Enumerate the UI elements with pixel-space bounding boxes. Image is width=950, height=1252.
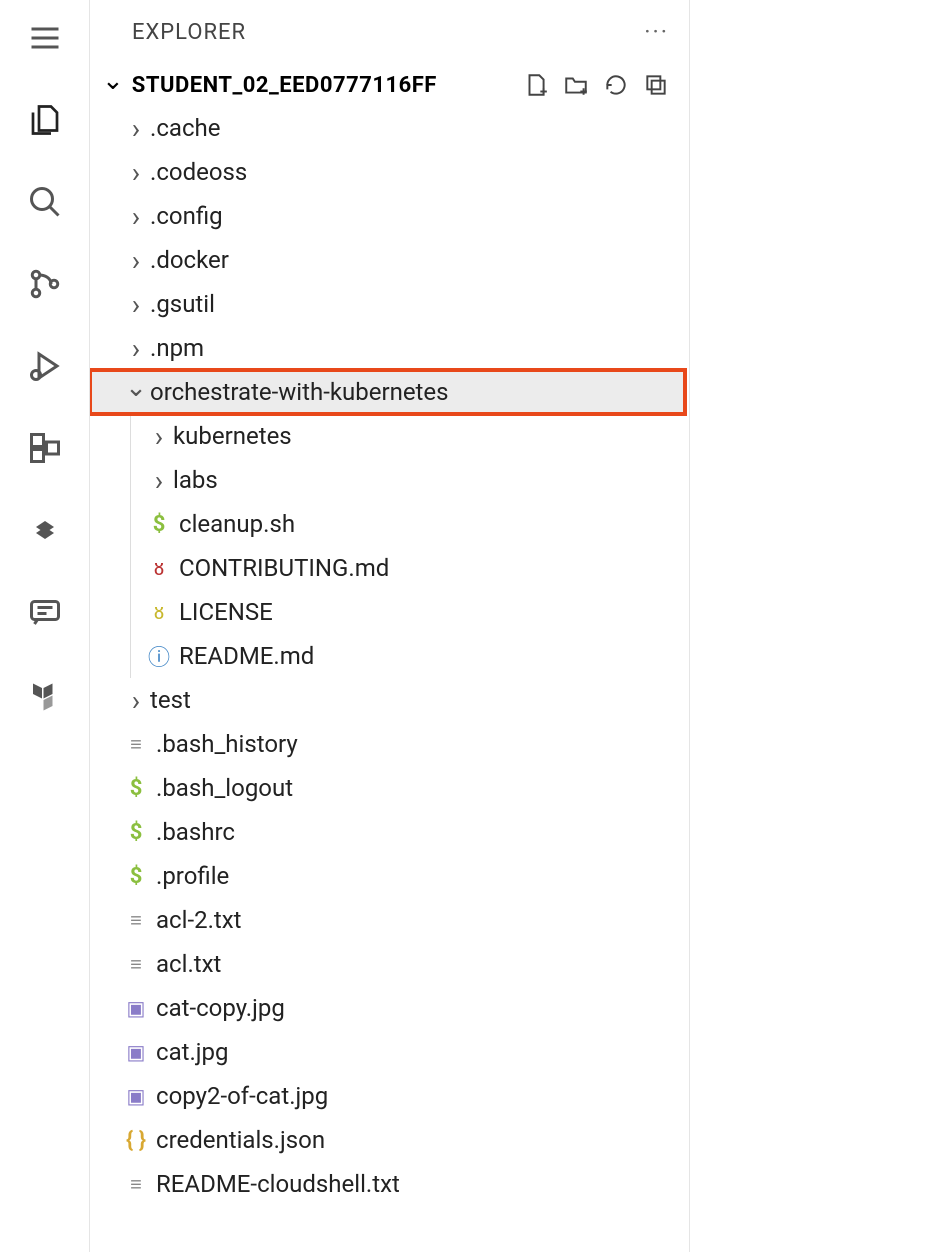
folder-item[interactable]: .cache	[90, 106, 689, 150]
workspace-actions	[523, 72, 669, 98]
lines-icon: ≡	[122, 732, 150, 757]
key-red-icon: ᴕ	[145, 555, 173, 581]
folder-item[interactable]: test	[90, 678, 689, 722]
dollar-icon: $	[122, 864, 150, 889]
source-control-icon[interactable]	[25, 264, 65, 304]
folder-item[interactable]: .docker	[90, 238, 689, 282]
item-label: cat-copy.jpg	[156, 994, 285, 1022]
item-label: CONTRIBUTING.md	[179, 554, 389, 582]
new-folder-icon[interactable]	[563, 72, 589, 98]
file-item[interactable]: ≡acl-2.txt	[90, 898, 689, 942]
file-tree: .cache .codeoss .config .docker .gsutil .npm o…	[90, 106, 689, 1252]
dollar-icon: $	[145, 512, 173, 537]
activity-bar	[0, 0, 90, 1252]
chevron-right-icon	[145, 464, 173, 497]
chevron-right-icon	[122, 244, 150, 277]
file-item[interactable]: $.profile	[90, 854, 689, 898]
folder-item[interactable]: orchestrate-with-kubernetes	[90, 370, 685, 414]
item-label: .cache	[150, 114, 220, 142]
item-label: kubernetes	[173, 422, 292, 450]
file-item[interactable]: ᴕLICENSE	[130, 590, 689, 634]
image-icon: ▣	[122, 1084, 150, 1108]
item-label: .docker	[150, 246, 229, 274]
item-label: README-cloudshell.txt	[156, 1170, 400, 1198]
chevron-right-icon	[122, 156, 150, 189]
chevron-right-icon	[122, 200, 150, 233]
lines-icon: ≡	[122, 1172, 150, 1197]
files-icon[interactable]	[25, 100, 65, 140]
item-label: .profile	[156, 862, 229, 890]
lines-icon: ≡	[122, 952, 150, 977]
file-item[interactable]: ᴕCONTRIBUTING.md	[130, 546, 689, 590]
item-label: .bash_logout	[156, 774, 293, 802]
file-item[interactable]: $cleanup.sh	[130, 502, 689, 546]
info-icon: ⓘ	[145, 640, 173, 672]
cloud-icon[interactable]	[25, 510, 65, 550]
key-yellow-icon: ᴕ	[145, 599, 173, 625]
chevron-right-icon	[145, 420, 173, 453]
folder-item[interactable]: kubernetes	[130, 414, 689, 458]
sidebar-title: EXPLORER	[132, 20, 246, 45]
item-label: cleanup.sh	[179, 510, 295, 538]
file-item[interactable]: ▣cat.jpg	[90, 1030, 689, 1074]
workspace-root[interactable]: STUDENT_02_EED0777116FF	[90, 64, 689, 106]
item-label: labs	[173, 466, 218, 494]
new-file-icon[interactable]	[523, 72, 549, 98]
item-label: README.md	[179, 642, 314, 670]
item-label: acl-2.txt	[156, 906, 242, 934]
lines-icon: ≡	[122, 908, 150, 933]
workspace-name: STUDENT_02_EED0777116FF	[132, 73, 437, 98]
file-item[interactable]: $.bash_logout	[90, 766, 689, 810]
run-debug-icon[interactable]	[25, 346, 65, 386]
image-icon: ▣	[122, 1040, 150, 1064]
chat-icon[interactable]	[25, 592, 65, 632]
more-actions-icon[interactable]: ···	[644, 18, 669, 46]
explorer-sidebar: EXPLORER ··· STUDENT_02_EED0777116FF .ca…	[90, 0, 690, 1252]
item-label: orchestrate-with-kubernetes	[150, 378, 449, 406]
image-icon: ▣	[122, 996, 150, 1020]
item-label: .bash_history	[156, 730, 298, 758]
menu-icon[interactable]	[25, 18, 65, 58]
chevron-right-icon	[122, 112, 150, 145]
item-label: acl.txt	[156, 950, 221, 978]
chevron-right-icon	[122, 332, 150, 365]
file-item[interactable]: $.bashrc	[90, 810, 689, 854]
folder-item[interactable]: .gsutil	[90, 282, 689, 326]
item-label: cat.jpg	[156, 1038, 229, 1066]
item-label: LICENSE	[179, 598, 273, 626]
chevron-down-icon	[122, 377, 150, 407]
file-item[interactable]: ≡.bash_history	[90, 722, 689, 766]
item-label: credentials.json	[156, 1126, 325, 1154]
file-item[interactable]: ⓘREADME.md	[130, 634, 689, 678]
folder-item[interactable]: labs	[130, 458, 689, 502]
folder-item[interactable]: .npm	[90, 326, 689, 370]
search-icon[interactable]	[25, 182, 65, 222]
chevron-right-icon	[122, 288, 150, 321]
terraform-icon[interactable]	[25, 674, 65, 714]
item-label: .gsutil	[150, 290, 215, 318]
chevron-down-icon	[102, 70, 124, 100]
dollar-icon: $	[122, 820, 150, 845]
item-label: test	[150, 686, 191, 714]
file-item[interactable]: ≡README-cloudshell.txt	[90, 1162, 689, 1206]
file-item[interactable]: { }credentials.json	[90, 1118, 689, 1162]
chevron-right-icon	[122, 684, 150, 717]
item-label: copy2-of-cat.jpg	[156, 1082, 328, 1110]
dollar-icon: $	[122, 776, 150, 801]
collapse-all-icon[interactable]	[643, 72, 669, 98]
file-item[interactable]: ▣cat-copy.jpg	[90, 986, 689, 1030]
file-item[interactable]: ≡acl.txt	[90, 942, 689, 986]
item-label: .bashrc	[156, 818, 235, 846]
folder-item[interactable]: .config	[90, 194, 689, 238]
refresh-icon[interactable]	[603, 72, 629, 98]
item-label: .codeoss	[150, 158, 247, 186]
item-label: .config	[150, 202, 223, 230]
file-item[interactable]: ▣copy2-of-cat.jpg	[90, 1074, 689, 1118]
extensions-icon[interactable]	[25, 428, 65, 468]
item-label: .npm	[150, 334, 204, 362]
folder-item[interactable]: .codeoss	[90, 150, 689, 194]
sidebar-header: EXPLORER ···	[90, 0, 689, 64]
brace-icon: { }	[122, 1128, 150, 1153]
